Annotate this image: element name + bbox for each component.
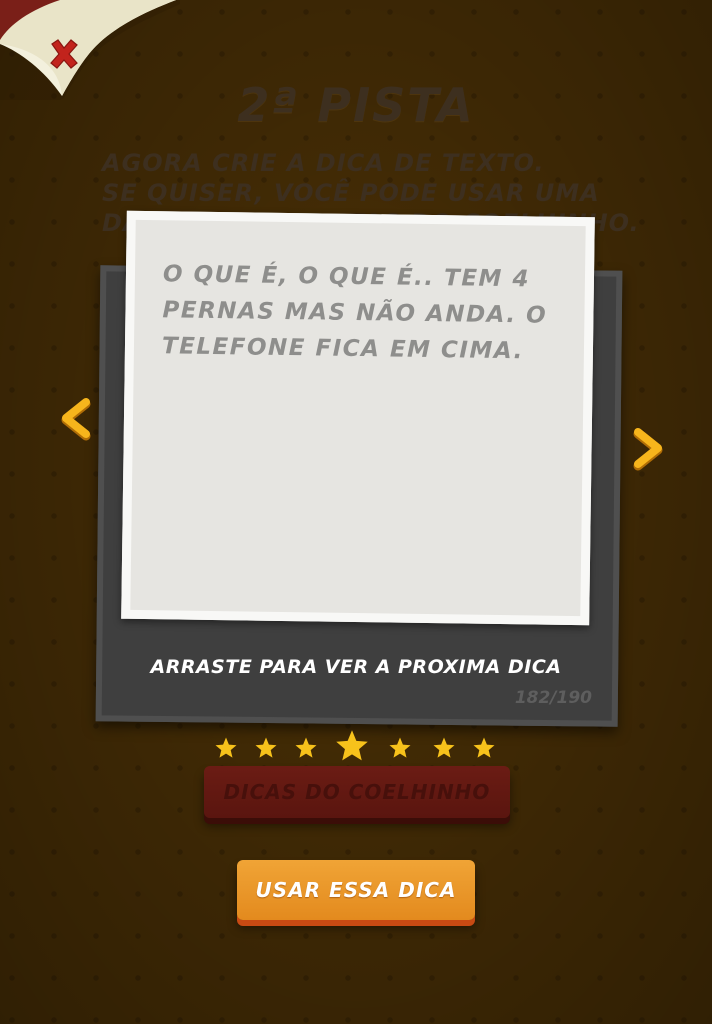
chevron-left-icon bbox=[61, 398, 91, 441]
hint-editor-screen: 2ª PISTA AGORA CRIE A DICA DE TEXTO. SE … bbox=[0, 0, 712, 1024]
star-icon bbox=[254, 736, 278, 760]
previous-hint-button[interactable] bbox=[56, 394, 96, 442]
next-hint-button[interactable] bbox=[628, 424, 668, 472]
star-icon bbox=[432, 736, 456, 760]
star-icon bbox=[294, 736, 318, 760]
page-title: 2ª PISTA bbox=[237, 78, 475, 132]
hint-note[interactable]: O QUE É, O QUE É.. TEM 4 PERNAS MAS NÃO … bbox=[121, 210, 595, 626]
star-active-icon bbox=[334, 728, 370, 764]
star-icon bbox=[214, 736, 238, 760]
star-icon bbox=[388, 736, 412, 760]
close-button[interactable] bbox=[46, 36, 82, 72]
coelhinho-tips-button[interactable]: DICAS DO COELHINHO bbox=[204, 766, 510, 818]
hint-counter: 182/190 bbox=[514, 688, 592, 708]
swipe-hint: ARRASTE PARA VER A PROXIMA DICA bbox=[150, 656, 562, 678]
chevron-right-icon bbox=[633, 428, 663, 471]
use-hint-button[interactable]: USAR ESSA DICA bbox=[237, 860, 475, 920]
hint-text: O QUE É, O QUE É.. TEM 4 PERNAS MAS NÃO … bbox=[161, 261, 548, 365]
star-icon bbox=[472, 736, 496, 760]
close-icon bbox=[50, 39, 78, 69]
hint-pagination-stars bbox=[206, 728, 506, 768]
